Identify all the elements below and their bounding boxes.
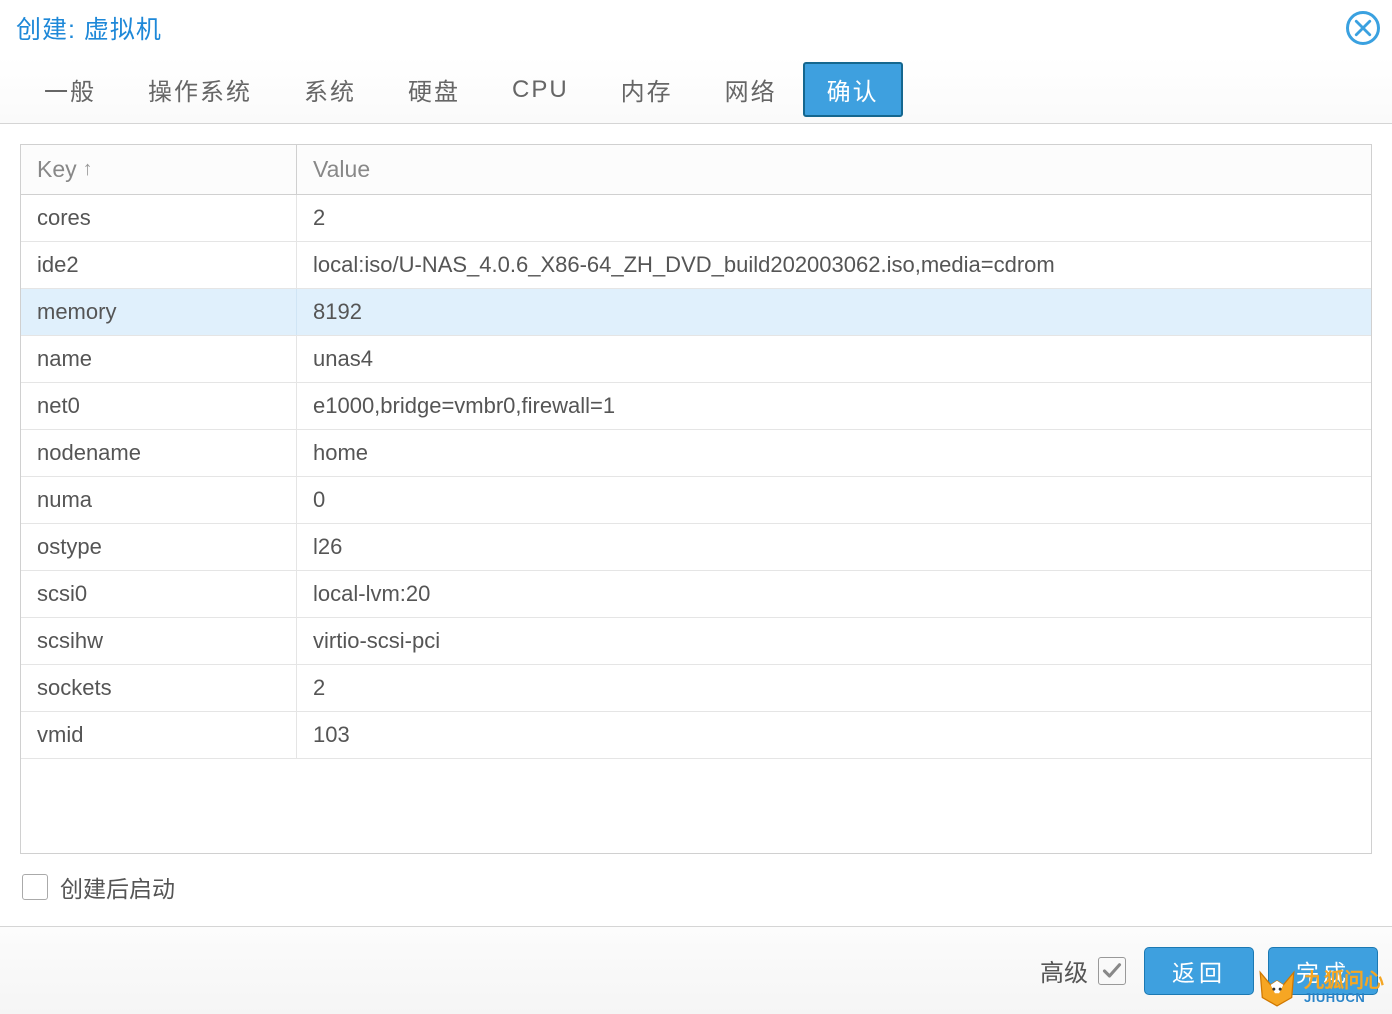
close-icon bbox=[1354, 19, 1372, 37]
tab-memory[interactable]: 内存 bbox=[595, 60, 699, 119]
cell-key: sockets bbox=[21, 665, 297, 711]
finish-button[interactable]: 完成 bbox=[1268, 947, 1378, 995]
table-row[interactable]: scsi0local-lvm:20 bbox=[21, 571, 1371, 618]
cell-key: scsi0 bbox=[21, 571, 297, 617]
cell-key: net0 bbox=[21, 383, 297, 429]
table-row[interactable]: ostypel26 bbox=[21, 524, 1371, 571]
dialog-title: 创建: 虚拟机 bbox=[16, 10, 162, 46]
cell-key: scsihw bbox=[21, 618, 297, 664]
tab-confirm[interactable]: 确认 bbox=[803, 62, 903, 117]
table-row[interactable]: ide2local:iso/U-NAS_4.0.6_X86-64_ZH_DVD_… bbox=[21, 242, 1371, 289]
table-row[interactable]: scsihwvirtio-scsi-pci bbox=[21, 618, 1371, 665]
cell-value: unas4 bbox=[297, 336, 1371, 382]
cell-value: 0 bbox=[297, 477, 1371, 523]
wizard-tabs: 一般 操作系统 系统 硬盘 CPU 内存 网络 确认 bbox=[0, 56, 1392, 124]
cell-key: memory bbox=[21, 289, 297, 335]
back-button[interactable]: 返回 bbox=[1144, 947, 1254, 995]
tab-cpu[interactable]: CPU bbox=[486, 64, 595, 116]
cell-key: numa bbox=[21, 477, 297, 523]
grid-header: Key ↑ Value bbox=[21, 145, 1371, 195]
table-row[interactable]: memory8192 bbox=[21, 289, 1371, 336]
cell-key: name bbox=[21, 336, 297, 382]
advanced-checkbox[interactable] bbox=[1098, 957, 1126, 985]
cell-key: ostype bbox=[21, 524, 297, 570]
cell-value: l26 bbox=[297, 524, 1371, 570]
close-button[interactable] bbox=[1346, 11, 1380, 45]
tab-system[interactable]: 系统 bbox=[278, 60, 382, 119]
table-row[interactable]: numa0 bbox=[21, 477, 1371, 524]
cell-value: local:iso/U-NAS_4.0.6_X86-64_ZH_DVD_buil… bbox=[297, 242, 1371, 288]
tab-disk[interactable]: 硬盘 bbox=[382, 60, 486, 119]
advanced-label: 高级 bbox=[1040, 953, 1088, 988]
table-row[interactable]: cores2 bbox=[21, 195, 1371, 242]
cell-key: cores bbox=[21, 195, 297, 241]
cell-key: nodename bbox=[21, 430, 297, 476]
sort-asc-icon: ↑ bbox=[83, 158, 93, 181]
column-header-value[interactable]: Value bbox=[297, 145, 1371, 194]
table-row[interactable]: sockets2 bbox=[21, 665, 1371, 712]
table-row[interactable]: net0e1000,bridge=vmbr0,firewall=1 bbox=[21, 383, 1371, 430]
table-row[interactable]: nodenamehome bbox=[21, 430, 1371, 477]
check-icon bbox=[1102, 961, 1122, 981]
dialog-footer: 高级 返回 完成 九狐问心 JIUHUCN bbox=[0, 926, 1392, 1014]
advanced-toggle[interactable]: 高级 bbox=[1040, 953, 1126, 988]
cell-value: local-lvm:20 bbox=[297, 571, 1371, 617]
cell-key: ide2 bbox=[21, 242, 297, 288]
cell-value: 2 bbox=[297, 665, 1371, 711]
cell-value: e1000,bridge=vmbr0,firewall=1 bbox=[297, 383, 1371, 429]
cell-key: vmid bbox=[21, 712, 297, 758]
cell-value: virtio-scsi-pci bbox=[297, 618, 1371, 664]
tab-network[interactable]: 网络 bbox=[699, 60, 803, 119]
start-after-create-checkbox[interactable] bbox=[22, 874, 48, 900]
grid-body: cores2ide2local:iso/U-NAS_4.0.6_X86-64_Z… bbox=[21, 195, 1371, 853]
cell-value: 8192 bbox=[297, 289, 1371, 335]
column-header-key-label: Key bbox=[37, 156, 77, 183]
start-after-create-label: 创建后启动 bbox=[60, 870, 175, 904]
summary-grid: Key ↑ Value cores2ide2local:iso/U-NAS_4.… bbox=[20, 144, 1372, 854]
dialog-titlebar: 创建: 虚拟机 bbox=[0, 0, 1392, 56]
column-header-value-label: Value bbox=[313, 156, 370, 183]
table-row[interactable]: vmid103 bbox=[21, 712, 1371, 759]
confirm-panel: Key ↑ Value cores2ide2local:iso/U-NAS_4.… bbox=[0, 124, 1392, 926]
create-vm-dialog: 创建: 虚拟机 一般 操作系统 系统 硬盘 CPU 内存 网络 确认 Key ↑ bbox=[0, 0, 1392, 1014]
start-after-create-row: 创建后启动 bbox=[20, 854, 1372, 914]
cell-value: 2 bbox=[297, 195, 1371, 241]
tab-os[interactable]: 操作系统 bbox=[122, 60, 278, 119]
grid-filler bbox=[21, 759, 1371, 789]
cell-value: home bbox=[297, 430, 1371, 476]
column-header-key[interactable]: Key ↑ bbox=[21, 145, 297, 194]
table-row[interactable]: nameunas4 bbox=[21, 336, 1371, 383]
tab-general[interactable]: 一般 bbox=[18, 60, 122, 119]
cell-value: 103 bbox=[297, 712, 1371, 758]
